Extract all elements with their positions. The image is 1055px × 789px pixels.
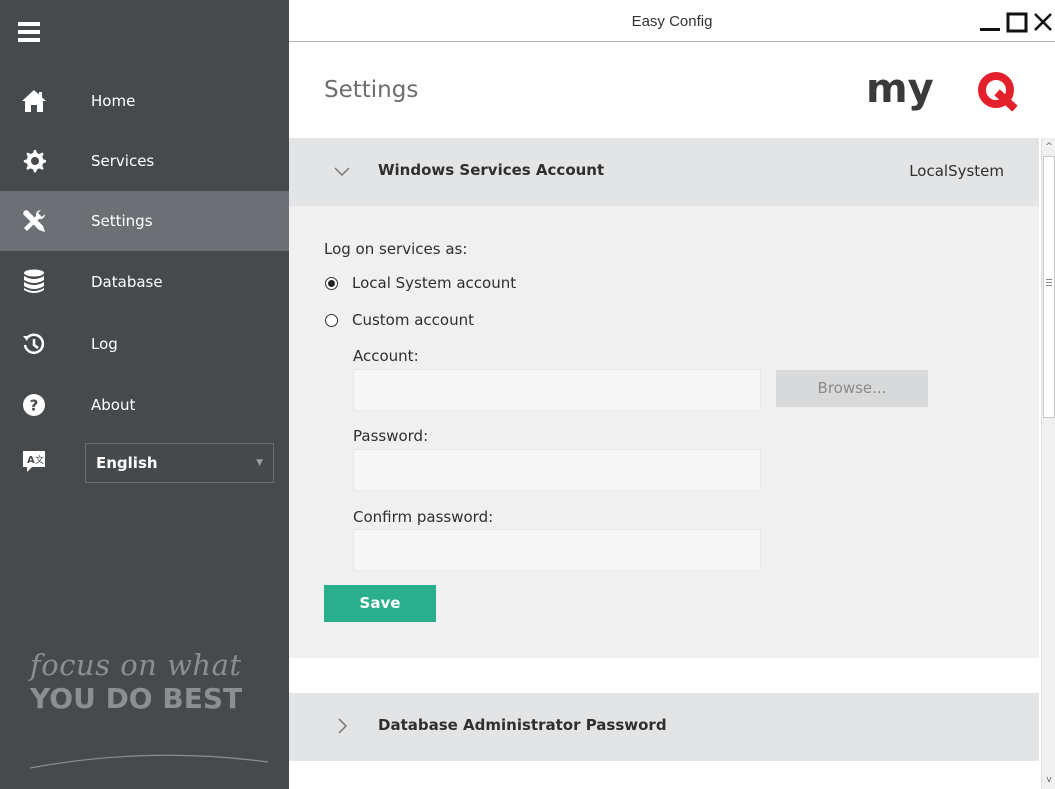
question-icon: ?	[20, 391, 48, 419]
sidebar-item-log[interactable]: Log	[0, 314, 289, 374]
sidebar-item-label: Database	[91, 273, 163, 291]
gear-icon	[20, 147, 48, 175]
language-select-value: English	[96, 454, 158, 472]
tagline: focus on what YOU DO BEST	[30, 648, 270, 715]
svg-text:?: ?	[30, 397, 39, 415]
sidebar-item-label: Services	[91, 152, 155, 170]
vertical-scrollbar[interactable]: ^ v	[1041, 138, 1055, 789]
sidebar-item-settings[interactable]: Settings	[0, 191, 289, 251]
sidebar: Home Services Settings Database Log ? Ab…	[0, 0, 289, 789]
sidebar-item-label: Home	[91, 92, 136, 110]
svg-text:A: A	[27, 455, 35, 466]
svg-text:文: 文	[35, 454, 44, 466]
save-button[interactable]: Save	[324, 585, 436, 622]
confirm-password-label: Confirm password:	[353, 508, 494, 526]
browse-button[interactable]: Browse...	[776, 370, 928, 407]
page-title: Settings	[324, 77, 419, 103]
sidebar-item-label: Log	[91, 335, 118, 353]
sidebar-item-home[interactable]: Home	[0, 71, 289, 131]
close-icon[interactable]	[1029, 8, 1055, 36]
confirm-password-field[interactable]	[353, 529, 761, 571]
section-title: Database Administrator Password	[378, 716, 667, 734]
section-title: Windows Services Account	[378, 161, 605, 179]
radio-local-system-label[interactable]: Local System account	[352, 274, 516, 292]
grip-icon	[1046, 279, 1052, 286]
scroll-down-icon[interactable]: v	[1042, 773, 1055, 787]
section-header-windows-services[interactable]: Windows Services Account LocalSystem	[289, 138, 1039, 206]
maximize-icon[interactable]	[1003, 8, 1031, 36]
radio-local-system[interactable]	[325, 277, 338, 290]
home-icon	[20, 87, 48, 115]
sidebar-item-label: About	[91, 396, 136, 414]
history-icon	[20, 330, 48, 358]
myq-logo: my	[866, 66, 1026, 112]
sidebar-item-about[interactable]: ? About	[0, 375, 289, 435]
tagline-swoosh	[30, 754, 268, 769]
settings-content: Windows Services Account LocalSystem Log…	[289, 138, 1039, 789]
chevron-down-icon	[333, 160, 351, 182]
scroll-up-icon[interactable]: ^	[1042, 140, 1055, 154]
window-title: Easy Config	[631, 13, 713, 30]
chevron-right-icon	[333, 715, 351, 737]
radio-custom-account[interactable]	[325, 314, 338, 327]
account-field[interactable]	[353, 369, 761, 411]
section-body-windows-services: Log on services as: Local System account…	[289, 206, 1039, 658]
database-icon	[20, 268, 48, 296]
tagline-line2: YOU DO BEST	[30, 682, 243, 715]
log-on-label: Log on services as:	[324, 240, 468, 258]
sidebar-item-label: Settings	[91, 212, 153, 230]
minimize-icon[interactable]	[976, 8, 1004, 36]
radio-custom-account-label[interactable]: Custom account	[352, 311, 474, 329]
section-header-db-admin[interactable]: Database Administrator Password	[289, 693, 1039, 761]
title-bar: Easy Config	[289, 0, 1055, 42]
password-field[interactable]	[353, 449, 761, 491]
section-value: LocalSystem	[909, 162, 1004, 180]
hamburger-menu-icon[interactable]	[18, 22, 40, 44]
password-label: Password:	[353, 427, 429, 445]
scrollbar-thumb[interactable]	[1043, 156, 1055, 418]
wrench-screwdriver-icon	[20, 207, 48, 235]
translate-icon: A文	[22, 450, 46, 474]
chevron-down-icon: ▼	[256, 458, 263, 468]
language-select[interactable]: English ▼	[85, 443, 274, 483]
sidebar-item-services[interactable]: Services	[0, 131, 289, 191]
account-label: Account:	[353, 347, 419, 365]
tagline-line1: focus on what	[30, 648, 242, 682]
svg-text:my: my	[866, 68, 934, 112]
sidebar-item-database[interactable]: Database	[0, 252, 289, 312]
